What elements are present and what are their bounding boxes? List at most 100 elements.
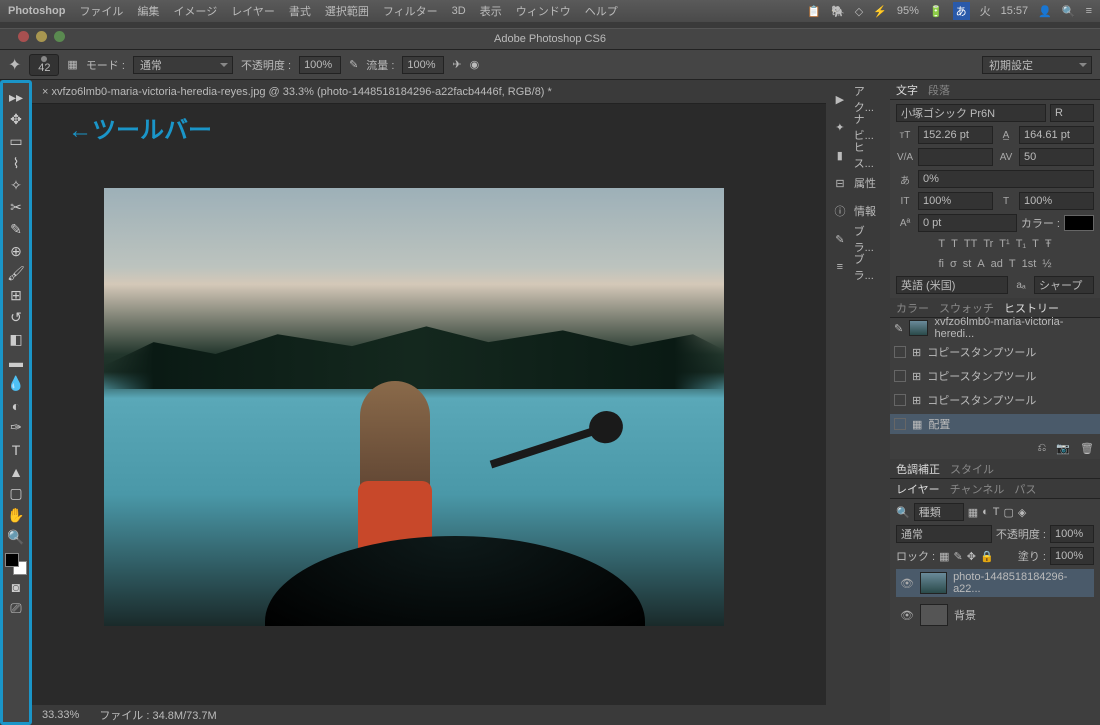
dropbox-icon[interactable]: ◇ xyxy=(855,5,863,18)
toggle-brush-panel-icon[interactable]: ▦ xyxy=(67,58,77,71)
font-family-select[interactable]: 小塚ゴシック Pr6N xyxy=(896,104,1046,122)
strikethrough[interactable]: Ŧ xyxy=(1045,238,1052,250)
brush-preset-picker[interactable]: 42 xyxy=(29,54,59,76)
panel-histogram[interactable]: ▮ヒス... xyxy=(826,142,890,168)
baseline-field[interactable]: 0 pt xyxy=(918,214,1017,232)
path-selection-tool[interactable]: ▲ xyxy=(4,461,28,482)
clone-stamp-tool[interactable]: ⊞ xyxy=(4,285,28,306)
hand-tool[interactable]: ✋ xyxy=(4,505,28,526)
tool-preset-icon[interactable]: ✦ xyxy=(8,55,21,75)
dodge-tool[interactable]: ◐ xyxy=(4,395,28,416)
notif-icon[interactable]: ≡ xyxy=(1086,5,1092,17)
new-doc-from-state-icon[interactable]: ⎌ xyxy=(1038,442,1047,455)
lock-all-icon[interactable]: 🔒 xyxy=(980,550,994,563)
menu-type[interactable]: 書式 xyxy=(289,3,311,19)
kerning-field[interactable] xyxy=(918,148,993,166)
history-brush-tool[interactable]: ↺ xyxy=(4,307,28,328)
pressure-opacity-icon[interactable]: ✎ xyxy=(349,58,358,71)
faux-bold[interactable]: T xyxy=(938,238,945,250)
filter-type-icon[interactable]: T xyxy=(993,506,1000,518)
panel-actions[interactable]: ▶アク... xyxy=(826,86,890,112)
stylistic-alt[interactable]: ad xyxy=(991,258,1003,270)
fractions[interactable]: ½ xyxy=(1042,258,1051,270)
tab-paths[interactable]: パス xyxy=(1014,481,1036,497)
filter-pixel-icon[interactable]: ▦ xyxy=(968,506,978,519)
tracking-field[interactable]: 50 xyxy=(1019,148,1094,166)
font-size-field[interactable]: 152.26 pt xyxy=(918,126,993,144)
tab-adjustments[interactable]: 色調補正 xyxy=(896,461,940,477)
app-name[interactable]: Photoshop xyxy=(8,5,65,17)
blur-tool[interactable]: 💧 xyxy=(4,373,28,394)
lock-transparency-icon[interactable]: ▦ xyxy=(939,550,949,563)
leading-field[interactable]: 164.61 pt xyxy=(1019,126,1094,144)
layer-row[interactable]: 👁 photo-1448518184296-a22... xyxy=(896,569,1094,597)
tab-history[interactable]: ヒストリー xyxy=(1004,300,1059,316)
lock-image-icon[interactable]: ✎ xyxy=(954,550,963,563)
history-step[interactable]: ⊞コピースタンプツール xyxy=(890,342,1100,362)
document-tab[interactable]: × xvfzo6lmb0-maria-victoria-heredia-reye… xyxy=(32,80,826,104)
vert-scale-field[interactable]: 100% xyxy=(918,192,993,210)
layer-thumbnail[interactable] xyxy=(920,572,947,594)
layer-filter-select[interactable]: 種類 xyxy=(914,503,964,521)
menu-help[interactable]: ヘルプ xyxy=(585,3,618,19)
ordinals[interactable]: 1st xyxy=(1022,258,1037,270)
tab-channels[interactable]: チャンネル xyxy=(950,481,1005,497)
menu-edit[interactable]: 編集 xyxy=(137,3,159,19)
magic-wand-tool[interactable]: ✧ xyxy=(4,175,28,196)
menu-filter[interactable]: フィルター xyxy=(383,3,438,19)
small-caps[interactable]: Tr xyxy=(983,238,993,250)
user-icon[interactable]: 👤 xyxy=(1038,5,1052,18)
antialias-select[interactable]: シャープ xyxy=(1034,276,1094,294)
ligatures[interactable]: fi xyxy=(938,258,944,270)
contextual-alt[interactable]: σ xyxy=(950,258,957,270)
faux-italic[interactable]: T xyxy=(951,238,958,250)
quick-mask-icon[interactable]: ◙ xyxy=(4,576,28,597)
collapse-icon[interactable]: ▸▸ xyxy=(4,87,28,108)
new-snapshot-icon[interactable]: 📷 xyxy=(1056,442,1070,455)
filter-shape-icon[interactable]: ▢ xyxy=(1004,506,1014,519)
visibility-icon[interactable]: 👁 xyxy=(900,577,914,590)
layer-opacity-field[interactable]: 100% xyxy=(1050,525,1094,543)
workspace-preset-select[interactable]: 初期設定 xyxy=(982,56,1092,74)
shape-tool[interactable]: ▢ xyxy=(4,483,28,504)
zoom-tool[interactable]: 🔍 xyxy=(4,527,28,548)
tab-character[interactable]: 文字 xyxy=(896,82,918,98)
history-step[interactable]: ⊞コピースタンプツール xyxy=(890,366,1100,386)
menu-3d[interactable]: 3D xyxy=(452,5,466,17)
type-tool[interactable]: T xyxy=(4,439,28,460)
underline[interactable]: T xyxy=(1032,238,1039,250)
blend-mode-select[interactable]: 通常 xyxy=(133,56,233,74)
history-snapshot[interactable]: ✎xvfzo6lmb0-maria-victoria-heredi... xyxy=(890,318,1100,338)
layer-name[interactable]: 背景 xyxy=(954,607,976,623)
all-caps[interactable]: TT xyxy=(964,238,977,250)
close-window[interactable] xyxy=(18,31,29,42)
brush-tool[interactable]: 🖌 xyxy=(4,263,28,284)
layer-fill-field[interactable]: 100% xyxy=(1050,547,1094,565)
spotlight-icon[interactable]: 🔍 xyxy=(1062,5,1076,18)
airbrush-icon[interactable]: ✈ xyxy=(452,58,461,71)
menu-select[interactable]: 選択範囲 xyxy=(325,3,369,19)
eraser-tool[interactable]: ◧ xyxy=(4,329,28,350)
panel-properties[interactable]: ⊟属性 xyxy=(826,170,890,196)
canvas-image[interactable] xyxy=(104,188,724,626)
ime-indicator[interactable]: あ xyxy=(953,2,970,20)
history-step[interactable]: ⊞コピースタンプツール xyxy=(890,390,1100,410)
crop-tool[interactable]: ✂ xyxy=(4,197,28,218)
swash[interactable]: A xyxy=(977,258,984,270)
tab-color[interactable]: カラー xyxy=(896,300,929,316)
minimize-window[interactable] xyxy=(36,31,47,42)
titling-alt[interactable]: T xyxy=(1009,258,1016,270)
evernote-icon[interactable]: 🐘 xyxy=(831,5,845,18)
panel-navigator[interactable]: ✦ナビ... xyxy=(826,114,890,140)
layer-name[interactable]: photo-1448518184296-a22... xyxy=(953,571,1090,595)
layer-row[interactable]: 👁背景 xyxy=(896,601,1094,629)
menu-image[interactable]: イメージ xyxy=(173,3,217,19)
lasso-tool[interactable]: ⌇ xyxy=(4,153,28,174)
tab-paragraph[interactable]: 段落 xyxy=(928,82,950,98)
lock-position-icon[interactable]: ✥ xyxy=(967,550,976,563)
filter-smart-icon[interactable]: ◈ xyxy=(1018,506,1026,519)
discretionary[interactable]: st xyxy=(963,258,972,270)
gradient-tool[interactable]: ▬ xyxy=(4,351,28,372)
font-style-select[interactable]: R xyxy=(1050,104,1094,122)
foreground-background-colors[interactable] xyxy=(5,553,27,575)
